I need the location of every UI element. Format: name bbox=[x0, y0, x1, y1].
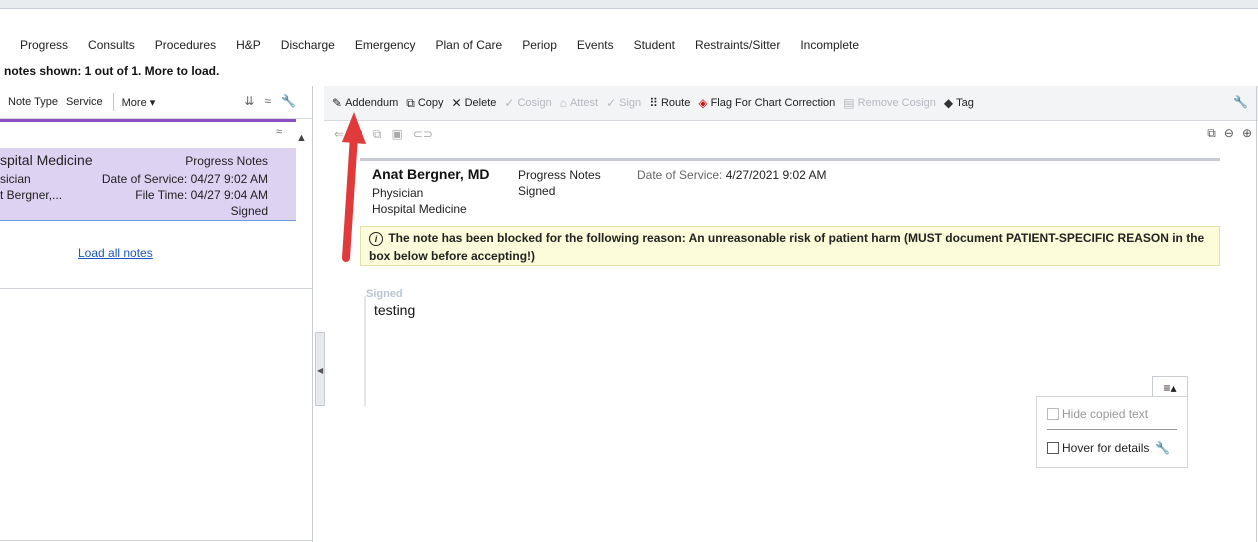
checkbox[interactable] bbox=[1047, 442, 1059, 454]
scroll-up-icon[interactable]: ▲ bbox=[296, 132, 307, 144]
note-list-item[interactable]: spital Medicine Progress Notes sician Da… bbox=[0, 148, 296, 221]
card-file-time: File Time: 04/27 9:04 AM bbox=[135, 188, 268, 202]
note-author: Anat Bergner, MD bbox=[372, 166, 490, 182]
red-annotation-arrow bbox=[342, 112, 366, 262]
signed-watermark: Signed bbox=[366, 288, 403, 300]
view-tools: ⧉ ⊖ ⊕ bbox=[1207, 126, 1252, 141]
remove-cosign-button[interactable]: ▤ Remove Cosign bbox=[843, 96, 936, 110]
more-menu[interactable]: More ▾ bbox=[122, 96, 156, 109]
copy-icon[interactable]: ⧉ bbox=[373, 127, 382, 142]
delete-button[interactable]: ✕ Delete bbox=[452, 96, 497, 110]
tab-plan-of-care[interactable]: Plan of Care bbox=[426, 38, 513, 52]
collapse-all-icon[interactable]: ≈ bbox=[264, 94, 271, 108]
note-body-border bbox=[364, 296, 366, 406]
tab-periop[interactable]: Periop bbox=[512, 38, 567, 52]
card-date-of-service: Date of Service: 04/27 9:02 AM bbox=[101, 172, 268, 186]
route-icon: ⠿ bbox=[649, 96, 658, 110]
card-author: t Bergner,... bbox=[0, 188, 63, 202]
tab-incomplete[interactable]: Incomplete bbox=[790, 38, 869, 52]
notes-list-toolbar: Note Type Service More ▾ ⇊ ≈ 🔧 bbox=[0, 86, 312, 119]
remove-cosign-icon: ▤ bbox=[843, 96, 855, 110]
note-actions-toolbar: ✎ Addendum ⧉ Copy ✕ Delete ✓ Cosign ⌂ Attest … bbox=[324, 86, 1258, 121]
toolbar-separator bbox=[112, 93, 114, 111]
collapse-icon[interactable]: ≈ bbox=[276, 126, 282, 138]
blocked-warning-banner: i The note has been blocked for the foll… bbox=[360, 226, 1220, 266]
note-department: Hospital Medicine bbox=[372, 202, 467, 216]
note-viewer-panel: ✎ Addendum ⧉ Copy ✕ Delete ✓ Cosign ⌂ Attest … bbox=[324, 86, 1258, 542]
tab-discharge[interactable]: Discharge bbox=[271, 38, 345, 52]
tab-hp[interactable]: H&P bbox=[226, 38, 271, 52]
sort-icon[interactable]: ⇊ bbox=[244, 94, 254, 108]
note-body-text: testing bbox=[374, 302, 416, 318]
divider bbox=[1047, 429, 1177, 430]
copy-button[interactable]: ⧉ Copy bbox=[406, 96, 443, 111]
wrench-icon[interactable]: 🔧 bbox=[281, 94, 296, 108]
tab-emergency[interactable]: Emergency bbox=[345, 38, 426, 52]
copy-icon: ⧉ bbox=[406, 95, 415, 110]
divider bbox=[0, 540, 312, 541]
tag-icon: ◆ bbox=[943, 96, 954, 110]
collapse-left-icon[interactable]: ◀ bbox=[317, 366, 323, 375]
checkbox[interactable] bbox=[1047, 408, 1059, 420]
zoom-out-icon[interactable]: ⊖ bbox=[1224, 126, 1234, 141]
wrench-icon[interactable]: 🔧 bbox=[1155, 441, 1170, 455]
hide-copied-text-option[interactable]: Hide copied text bbox=[1047, 407, 1148, 421]
tab-restraints-sitter[interactable]: Restraints/Sitter bbox=[685, 38, 790, 52]
notes-shown-status: notes shown: 1 out of 1. More to load. bbox=[4, 64, 220, 78]
wrench-icon[interactable]: 🔧 bbox=[1233, 95, 1248, 109]
link-icon[interactable]: ⊂⊃ bbox=[413, 127, 433, 141]
tab-progress[interactable]: Progress bbox=[0, 38, 78, 52]
tab-student[interactable]: Student bbox=[624, 38, 685, 52]
panel-splitter[interactable]: ◀ bbox=[314, 86, 325, 542]
copy-all-icon[interactable]: ⧉ bbox=[1207, 126, 1216, 141]
note-type: Progress Notes bbox=[518, 168, 601, 182]
hover-for-details-option[interactable]: Hover for details 🔧 bbox=[1047, 441, 1170, 455]
tab-consults[interactable]: Consults bbox=[78, 38, 145, 52]
display-options-menu: Hide copied text Hover for details 🔧 bbox=[1036, 396, 1188, 468]
card-role: sician bbox=[0, 172, 31, 186]
sort-service[interactable]: Service bbox=[66, 96, 103, 108]
notes-list-panel: Note Type Service More ▾ ⇊ ≈ 🔧 ≈ ▲ spita… bbox=[0, 86, 313, 542]
note-type-tabs: Progress Consults Procedures H&P Dischar… bbox=[0, 32, 1258, 58]
sign-button[interactable]: ✓ Sign bbox=[606, 96, 641, 110]
tab-events[interactable]: Events bbox=[567, 38, 624, 52]
load-all-notes-link[interactable]: Load all notes bbox=[78, 246, 153, 260]
flag-icon: ◈ bbox=[698, 96, 708, 110]
check-icon: ✓ bbox=[606, 96, 617, 110]
route-button[interactable]: ⠿ Route bbox=[649, 96, 690, 110]
attest-icon: ⌂ bbox=[559, 96, 567, 110]
cosign-button[interactable]: ✓ Cosign bbox=[504, 96, 551, 110]
zoom-in-icon[interactable]: ⊕ bbox=[1242, 126, 1252, 141]
card-service: spital Medicine bbox=[0, 152, 93, 168]
divider bbox=[360, 158, 1220, 161]
sort-note-type[interactable]: Note Type bbox=[8, 96, 58, 108]
list-tools: ⇊ ≈ 🔧 bbox=[244, 94, 296, 108]
window-border bbox=[1256, 86, 1257, 542]
attest-button[interactable]: ⌂ Attest bbox=[560, 96, 598, 110]
note-status: Signed bbox=[518, 184, 556, 198]
tab-procedures[interactable]: Procedures bbox=[145, 38, 226, 52]
card-status: Signed bbox=[230, 204, 268, 218]
note-content: Anat Bergner, MD Physician Hospital Medi… bbox=[360, 158, 1220, 528]
note-date-of-service: Date of Service: 4/27/2021 9:02 AM bbox=[637, 168, 827, 182]
card-note-type: Progress Notes bbox=[185, 154, 268, 168]
image-icon[interactable]: ▣ bbox=[391, 127, 402, 141]
delete-icon: ✕ bbox=[451, 96, 462, 110]
flag-chart-correction-button[interactable]: ◈ Flag For Chart Correction bbox=[698, 96, 835, 110]
tag-button[interactable]: ◆ Tag bbox=[944, 96, 974, 110]
format-lines-icon: ≡▴ bbox=[1163, 381, 1177, 395]
note-sub-toolbar: ⇐ ⚲ ⧉ ▣ ⊂⊃ ⧉ ⊖ ⊕ bbox=[324, 122, 1258, 146]
divider bbox=[0, 288, 312, 289]
top-toolbar-strip bbox=[0, 0, 1258, 9]
list-header-bar bbox=[0, 119, 296, 122]
note-author-role: Physician bbox=[372, 186, 424, 200]
check-icon: ✓ bbox=[504, 96, 515, 110]
